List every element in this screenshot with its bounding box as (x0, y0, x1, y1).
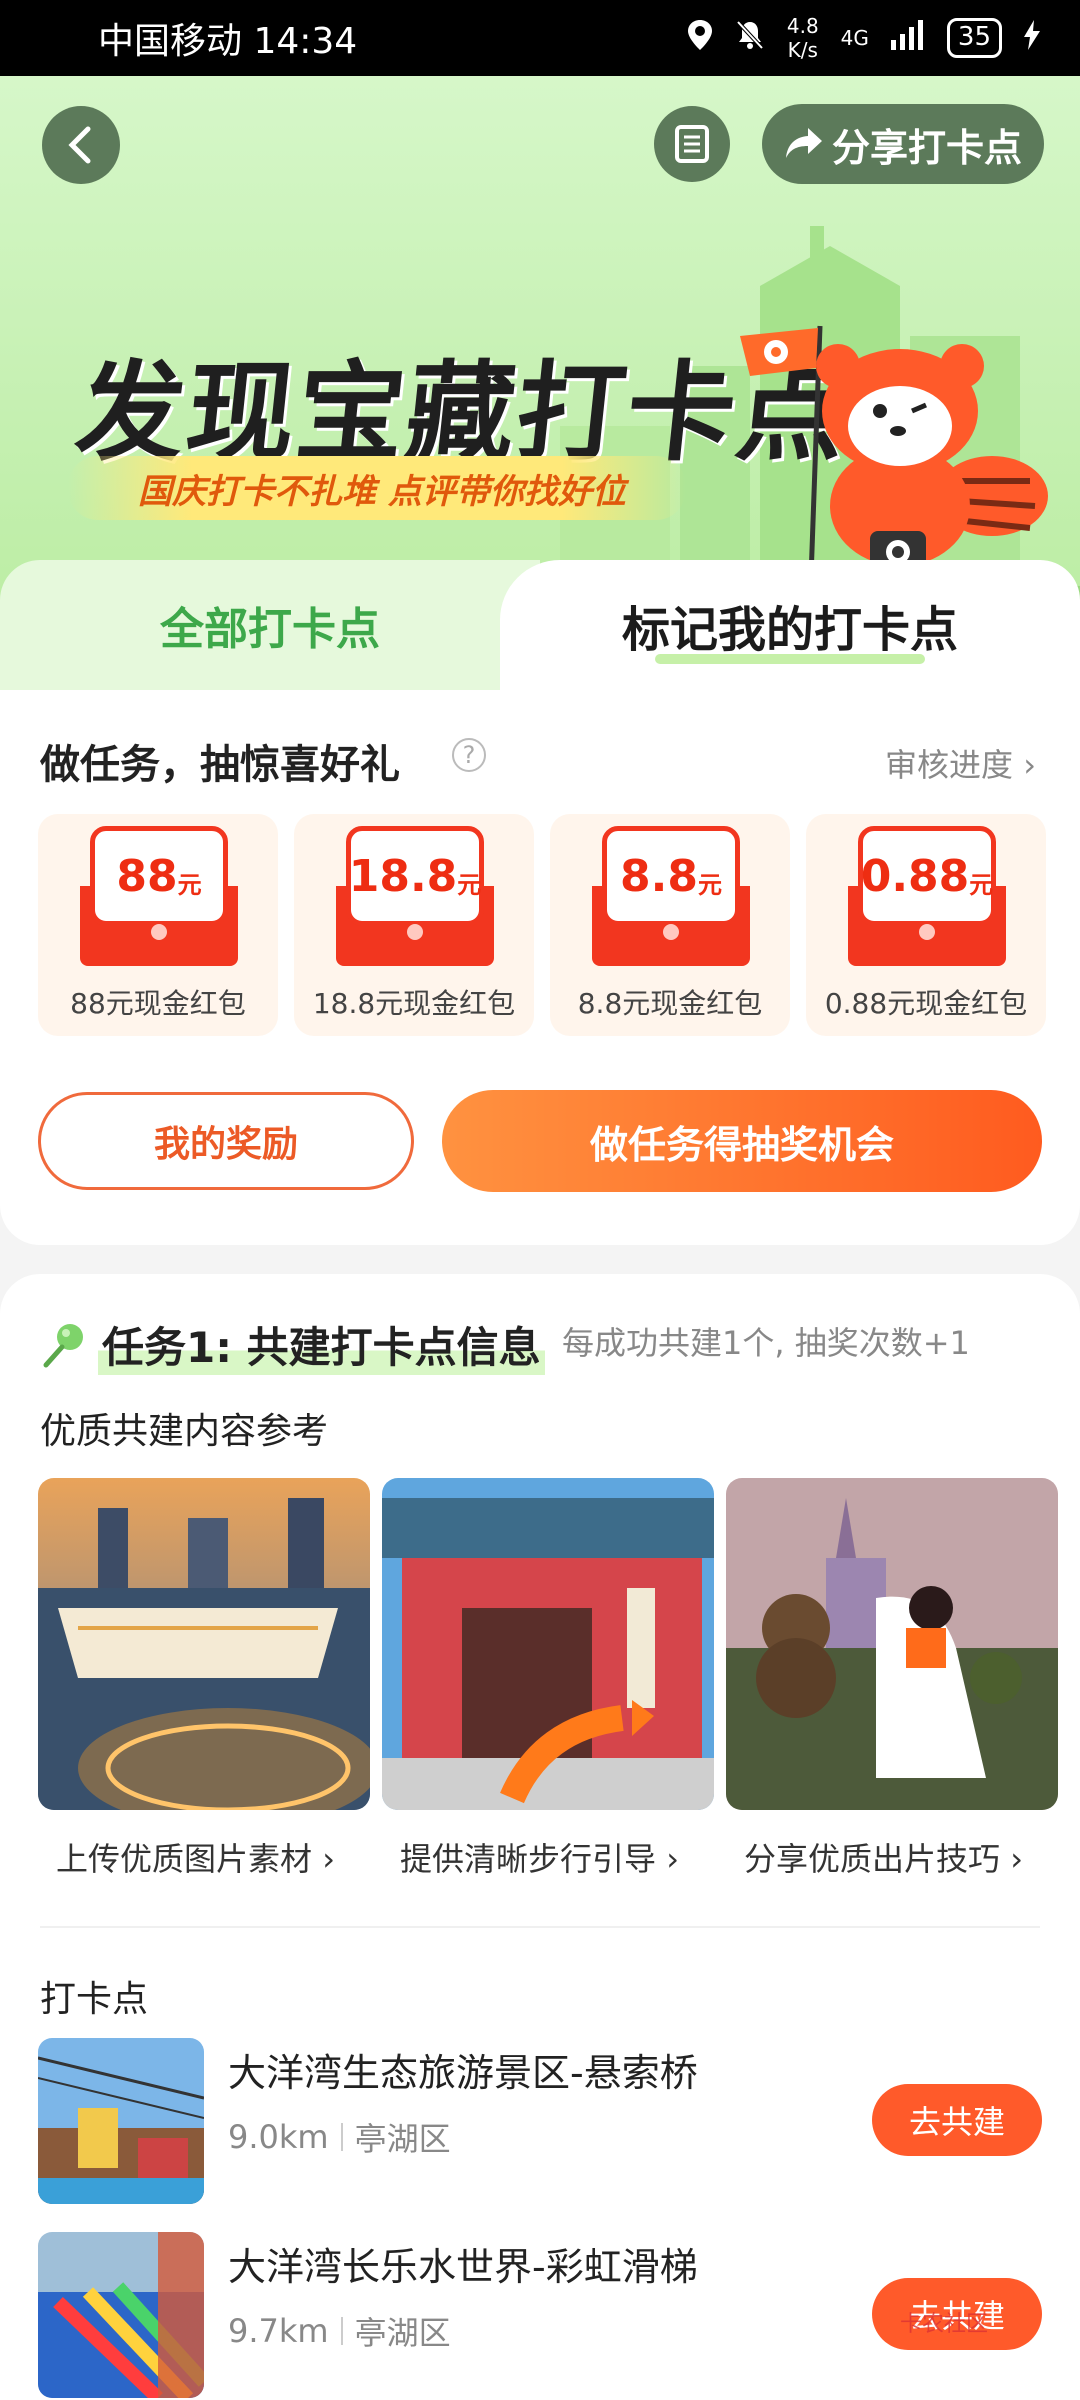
spot-district: 亭湖区 (354, 2314, 451, 2352)
spot-thumbnail (38, 2232, 204, 2398)
chevron-left-icon (68, 126, 91, 164)
hero-subtitle: 国庆打卡不扎堆 点评带你找好位 (68, 456, 686, 520)
location-icon (687, 19, 713, 58)
prize-amount: 8.8 (620, 850, 698, 902)
network-type: 4G (840, 26, 869, 50)
prize-amount: 88 (116, 850, 178, 902)
reference-image-boat[interactable] (38, 1478, 370, 1810)
chevron-right-icon: › (666, 1840, 679, 1878)
cobuild-section: 任务1: 共建打卡点信息 每成功共建1个, 抽奖次数+1 优质共建内容参考 上传… (0, 1274, 1080, 2400)
carrier-time: 中国移动 14:34 (98, 21, 358, 62)
rules-button[interactable] (654, 106, 730, 182)
spot-meta: 9.0km 亭湖区 (228, 2114, 451, 2160)
prize-card[interactable]: 18.8 元 18.8元现金红包 (294, 814, 534, 1036)
reference-caption: 上传优质图片素材 (56, 1840, 313, 1878)
red-packet-icon: 18.8 元 (336, 826, 494, 966)
reference-image-gate[interactable] (382, 1478, 714, 1810)
prize-unit: 元 (697, 870, 722, 899)
reference-images (38, 1478, 1058, 1810)
status-bar: 中国移动 14:34 4.8 K/s 4G 35 (0, 0, 1080, 76)
do-task-button[interactable]: 做任务得抽奖机会 (442, 1090, 1042, 1192)
red-packet-icon: 0.88 元 (848, 826, 1006, 966)
reference-image-castle[interactable] (726, 1478, 1058, 1810)
red-packet-icon: 88 元 (80, 826, 238, 966)
reference-caption-link[interactable]: 上传优质图片素材 › (56, 1834, 335, 1880)
reference-caption: 分享优质出片技巧 (744, 1840, 1001, 1878)
tab-label: 标记我的打卡点 (621, 602, 958, 658)
prize-unit: 元 (177, 870, 202, 899)
prize-card[interactable]: 88 元 88元现金红包 (38, 814, 278, 1036)
charging-icon (1024, 19, 1040, 57)
reference-caption-link[interactable]: 提供清晰步行引导 › (400, 1834, 679, 1880)
prize-label: 18.8元现金红包 (312, 987, 516, 1020)
tab-all-spots[interactable]: 全部打卡点 (0, 560, 540, 690)
prize-card[interactable]: 8.8 元 8.8元现金红包 (550, 814, 790, 1036)
prize-label: 0.88元现金红包 (824, 987, 1028, 1020)
prize-label: 8.8元现金红包 (577, 987, 763, 1020)
spot-distance: 9.7km (228, 2312, 329, 2350)
spot-name: 大洋湾长乐水世界-彩虹滑梯 (228, 2245, 698, 2289)
list-item[interactable]: 大洋湾长乐水世界-彩虹滑梯 9.7km 亭湖区 去共建 (38, 2232, 1042, 2400)
task-section-title: 做任务，抽惊喜好礼 (40, 742, 400, 788)
meta-separator (340, 2317, 343, 2345)
chevron-right-icon: › (1023, 746, 1036, 784)
tab-mark-my-spots[interactable]: 标记我的打卡点 (500, 560, 1080, 690)
share-label: 分享打卡点 (831, 125, 1022, 170)
help-icon[interactable]: ? (452, 738, 486, 772)
prize-unit: 元 (457, 870, 482, 899)
chevron-right-icon: › (1010, 1840, 1023, 1878)
prize-list: 88 元 88元现金红包 18.8 元 18.8元现金红包 8.8 元 8.8元现金红… (38, 814, 1046, 1036)
cobuild-button[interactable]: 去共建 (872, 2084, 1042, 2156)
reference-caption: 提供清晰步行引导 (400, 1840, 657, 1878)
spots-title: 打卡点 (40, 1979, 149, 2020)
list-item[interactable]: 大洋湾生态旅游景区-悬索桥 9.0km 亭湖区 去共建 (38, 2038, 1042, 2206)
battery-indicator: 35 (946, 18, 1002, 58)
divider (40, 1926, 1040, 1928)
my-rewards-button[interactable]: 我的奖励 (38, 1092, 414, 1190)
spot-district: 亭湖区 (354, 2120, 451, 2158)
document-icon (675, 125, 709, 163)
task1-title: 任务1: 共建打卡点信息 (98, 1314, 545, 1375)
audit-progress-link[interactable]: 审核进度 › (885, 740, 1036, 786)
prize-card[interactable]: 0.88 元 0.88元现金红包 (806, 814, 1046, 1036)
spot-name: 大洋湾生态旅游景区-悬索桥 (228, 2051, 698, 2095)
meta-separator (340, 2123, 343, 2151)
prize-unit: 元 (969, 870, 994, 899)
spot-thumbnail (38, 2038, 204, 2204)
back-button[interactable] (42, 106, 120, 184)
task1-note: 每成功共建1个, 抽奖次数+1 (562, 1324, 970, 1362)
network-speed: 4.8 K/s (786, 14, 819, 62)
task1-header: 任务1: 共建打卡点信息 (40, 1314, 545, 1375)
pin-icon (43, 1323, 83, 1367)
reference-title: 优质共建内容参考 (40, 1411, 329, 1452)
audit-progress-label: 审核进度 (885, 746, 1014, 784)
watermark: 卡农社区 (900, 2312, 989, 2337)
prize-amount: 18.8 (348, 850, 458, 902)
prize-label: 88元现金红包 (70, 987, 246, 1020)
prize-amount: 0.88 (860, 850, 970, 902)
chevron-right-icon: › (322, 1840, 335, 1878)
spot-meta: 9.7km 亭湖区 (228, 2308, 451, 2354)
mute-bell-icon (735, 19, 765, 58)
spot-distance: 9.0km (228, 2118, 329, 2156)
red-packet-icon: 8.8 元 (592, 826, 750, 966)
share-arrow-icon (785, 128, 822, 158)
reference-caption-link[interactable]: 分享优质出片技巧 › (744, 1834, 1023, 1880)
tab-bar: 全部打卡点 标记我的打卡点 (0, 560, 1080, 690)
signal-icon (890, 19, 925, 57)
task-card: 做任务，抽惊喜好礼 ? 审核进度 › 88 元 88元现金红包 18.8 元 18.… (0, 690, 1080, 1245)
share-button[interactable]: 分享打卡点 (762, 104, 1044, 184)
